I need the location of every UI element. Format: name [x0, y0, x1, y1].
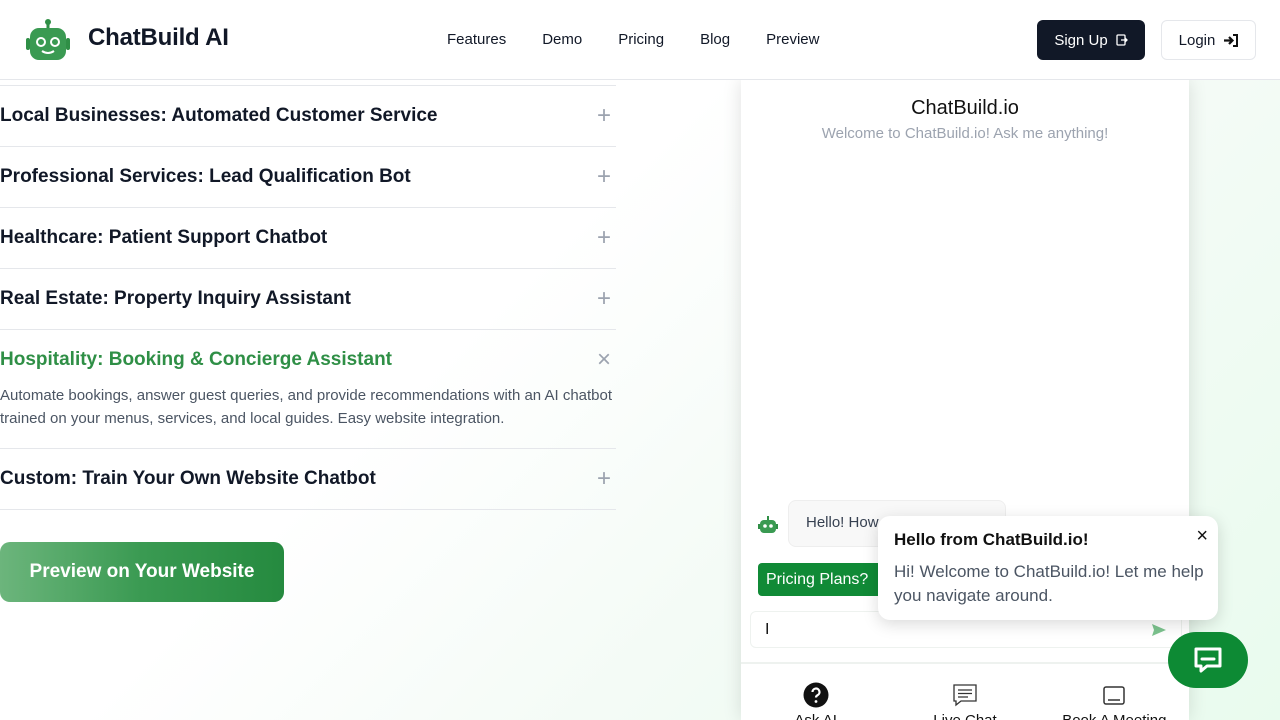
- signup-button[interactable]: Sign Up: [1037, 20, 1145, 60]
- chat-widget-panel: ChatBuild.io Welcome to ChatBuild.io! As…: [741, 80, 1189, 720]
- nav-blog[interactable]: Blog: [682, 30, 748, 50]
- main-nav: Features Demo Pricing Blog Preview: [429, 30, 837, 50]
- plus-icon[interactable]: +: [594, 467, 614, 491]
- nav-features[interactable]: Features: [429, 30, 524, 50]
- use-case-accordion: Local Businesses: Automated Customer Ser…: [0, 85, 616, 510]
- accordion-item-real-estate[interactable]: Real Estate: Property Inquiry Assistant …: [0, 268, 616, 329]
- bot-avatar-icon: [758, 516, 778, 533]
- chat-title: ChatBuild.io: [911, 97, 1019, 119]
- accordion-title[interactable]: Custom: Train Your Own Website Chatbot: [0, 449, 616, 509]
- accordion-item-custom[interactable]: Custom: Train Your Own Website Chatbot +: [0, 448, 616, 510]
- accordion-item-professional-services[interactable]: Professional Services: Lead Qualificatio…: [0, 146, 616, 207]
- accordion-item-healthcare[interactable]: Healthcare: Patient Support Chatbot +: [0, 207, 616, 268]
- chat-bubble-icon: [1194, 647, 1222, 673]
- tab-label: Book A Meeting: [1040, 712, 1189, 720]
- tab-live-chat[interactable]: Live Chat: [890, 664, 1039, 720]
- site-header: ChatBuild AI Features Demo Pricing Blog …: [0, 0, 1280, 80]
- chat-lines-icon: [953, 684, 977, 707]
- tab-label: Ask AI: [741, 712, 890, 720]
- plus-icon[interactable]: +: [594, 226, 614, 250]
- close-icon[interactable]: ×: [594, 348, 614, 372]
- accordion-title[interactable]: Hospitality: Booking & Concierge Assista…: [0, 330, 616, 390]
- login-button[interactable]: Login: [1161, 20, 1256, 60]
- chat-subtitle: Welcome to ChatBuild.io! Ask me anything…: [821, 125, 1109, 142]
- nav-demo[interactable]: Demo: [524, 30, 600, 50]
- accordion-item-hospitality[interactable]: Hospitality: Booking & Concierge Assista…: [0, 329, 616, 448]
- signup-icon: [1116, 34, 1128, 46]
- accordion-item-local-businesses[interactable]: Local Businesses: Automated Customer Ser…: [0, 85, 616, 146]
- tab-book-meeting[interactable]: Book A Meeting: [1040, 664, 1189, 720]
- tab-label: Live Chat: [890, 712, 1039, 720]
- plus-icon[interactable]: +: [594, 287, 614, 311]
- close-icon[interactable]: ×: [1196, 526, 1208, 546]
- calendar-icon: [1103, 686, 1126, 705]
- plus-icon[interactable]: +: [594, 104, 614, 128]
- accordion-title[interactable]: Healthcare: Patient Support Chatbot: [0, 208, 616, 268]
- welcome-toast: Hello from ChatBuild.io! × Hi! Welcome t…: [878, 516, 1218, 620]
- suggestion-chip-pricing[interactable]: Pricing Plans?: [758, 563, 888, 596]
- login-label: Login: [1178, 31, 1216, 49]
- accordion-title[interactable]: Local Businesses: Automated Customer Ser…: [0, 86, 616, 146]
- plus-icon[interactable]: +: [594, 165, 614, 189]
- preview-on-website-button[interactable]: Preview on Your Website: [0, 542, 284, 602]
- nav-preview[interactable]: Preview: [748, 30, 837, 50]
- question-icon: [803, 682, 829, 708]
- brand-name[interactable]: ChatBuild AI: [88, 24, 229, 52]
- nav-pricing[interactable]: Pricing: [600, 30, 682, 50]
- accordion-body: Automate bookings, answer guest queries,…: [0, 387, 613, 427]
- chat-footer-tabs: Ask AI Live Chat Book A Meeting: [741, 662, 1189, 720]
- send-icon[interactable]: [1151, 622, 1167, 638]
- toast-message: Hi! Welcome to ChatBuild.io! Let me help…: [894, 562, 1204, 605]
- tab-ask-ai[interactable]: Ask AI: [741, 664, 890, 720]
- toast-title: Hello from ChatBuild.io!: [894, 530, 1089, 549]
- signup-label: Sign Up: [1054, 31, 1108, 49]
- robot-logo-icon[interactable]: [24, 18, 72, 62]
- accordion-title[interactable]: Professional Services: Lead Qualificatio…: [0, 147, 616, 207]
- accordion-title[interactable]: Real Estate: Property Inquiry Assistant: [0, 269, 616, 329]
- login-arrow-icon: [1224, 33, 1239, 47]
- chat-launcher-button[interactable]: [1168, 632, 1248, 688]
